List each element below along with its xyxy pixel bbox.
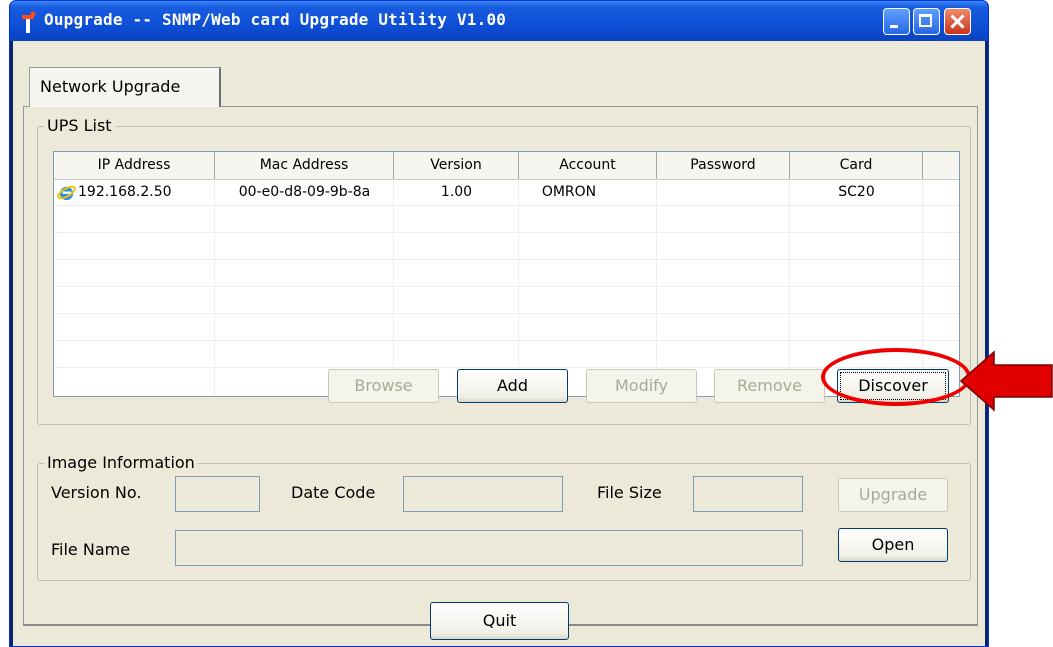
cell-account: OMRON (541, 184, 597, 200)
date-code-field[interactable] (403, 476, 563, 512)
file-size-field[interactable] (693, 476, 803, 512)
table-row (54, 341, 959, 368)
file-name-field[interactable] (175, 530, 803, 566)
minimize-button[interactable] (883, 8, 910, 35)
date-code-label: Date Code (291, 483, 376, 502)
file-size-label: File Size (597, 483, 662, 502)
column-header-ip[interactable]: IP Address (54, 152, 215, 179)
ups-list-table[interactable]: IP Address Mac Address Version Account P… (53, 151, 960, 397)
client-area: Network Upgrade UPS List IP Address Mac … (13, 41, 985, 646)
column-header-version[interactable]: Version (394, 152, 519, 179)
ups-list-label: UPS List (44, 116, 115, 135)
table-row (54, 287, 959, 314)
image-information-label: Image Information (44, 453, 198, 472)
window-title: Oupgrade -- SNMP/Web card Upgrade Utilit… (44, 10, 507, 29)
close-button[interactable] (944, 8, 971, 35)
cell-card: SC20 (838, 184, 875, 200)
column-header-card[interactable]: Card (790, 152, 923, 179)
cell-ip: 192.168.2.50 (78, 184, 172, 200)
version-no-field[interactable] (175, 476, 260, 512)
upgrade-button[interactable]: Upgrade (838, 478, 948, 512)
internet-explorer-icon (57, 185, 76, 201)
file-name-label: File Name (51, 540, 131, 559)
quit-button[interactable]: Quit (430, 602, 569, 640)
cell-version: 1.00 (440, 184, 473, 200)
app-icon (22, 11, 36, 33)
tab-network-upgrade[interactable]: Network Upgrade (29, 67, 221, 107)
title-bar[interactable]: Oupgrade -- SNMP/Web card Upgrade Utilit… (10, 1, 988, 41)
cell-mac: 00-e0-d8-09-9b-8a (238, 184, 371, 200)
column-header-mac[interactable]: Mac Address (215, 152, 394, 179)
app-window: Oupgrade -- SNMP/Web card Upgrade Utilit… (9, 0, 989, 647)
table-header: IP Address Mac Address Version Account P… (54, 152, 959, 180)
table-row (54, 206, 959, 233)
column-header-account[interactable]: Account (519, 152, 657, 179)
table-row[interactable]: 192.168.2.50 00-e0-d8-09-9b-8a 1.00 OMRO… (54, 179, 959, 206)
table-row (54, 233, 959, 260)
column-header-password[interactable]: Password (657, 152, 790, 179)
version-no-label: Version No. (51, 483, 142, 502)
maximize-button[interactable] (913, 8, 940, 35)
modify-button[interactable]: Modify (586, 369, 697, 403)
open-button[interactable]: Open (838, 528, 948, 562)
cell-password (657, 179, 790, 206)
remove-button[interactable]: Remove (714, 369, 825, 403)
table-row (54, 260, 959, 287)
add-button[interactable]: Add (457, 369, 568, 403)
tab-label: Network Upgrade (40, 77, 181, 96)
discover-button[interactable]: Discover (837, 369, 949, 403)
table-row (54, 314, 959, 341)
browse-button[interactable]: Browse (328, 369, 439, 403)
red-arrow-icon (960, 350, 1053, 412)
